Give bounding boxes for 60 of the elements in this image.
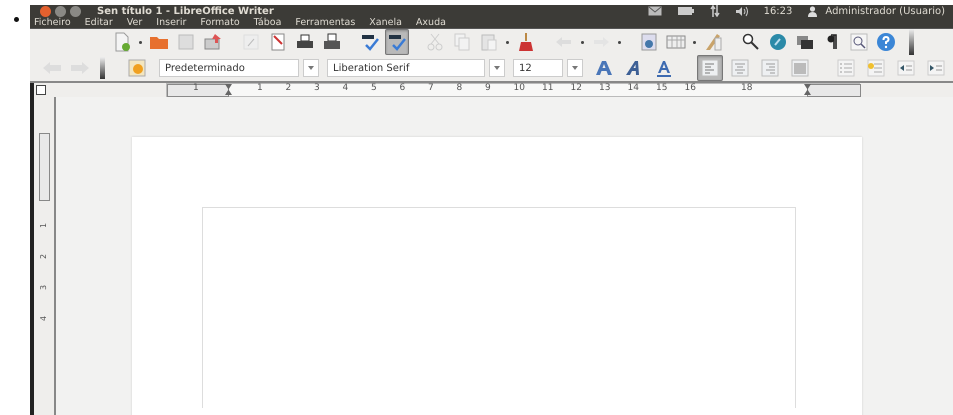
caret-icon[interactable] xyxy=(618,40,621,44)
align-left-icon[interactable] xyxy=(697,55,723,81)
ruler-number: 10 xyxy=(514,83,525,93)
maximize-icon[interactable] xyxy=(70,6,81,16)
clock[interactable]: 16:23 xyxy=(764,6,792,16)
caret-icon[interactable] xyxy=(581,40,584,44)
menu-item[interactable]: Axuda xyxy=(416,17,446,28)
network-arrows-icon[interactable] xyxy=(710,5,720,17)
ruler-number: 8 xyxy=(456,83,462,93)
envelope-icon[interactable] xyxy=(648,6,662,16)
ruler-number: 12 xyxy=(570,83,582,93)
close-icon[interactable] xyxy=(40,6,51,16)
menu-item[interactable]: Inserir xyxy=(156,17,186,28)
ruler-number: 9 xyxy=(485,83,491,93)
menu-item[interactable]: Formato xyxy=(200,17,240,28)
ruler-number: 7 xyxy=(428,83,434,93)
ruler-number: 4 xyxy=(40,316,48,322)
toolbar-handle[interactable] xyxy=(100,57,105,79)
ruler-number: 2 xyxy=(286,83,292,93)
ruler-number: 16 xyxy=(684,83,696,93)
ruler-number: 3 xyxy=(314,83,320,93)
ruler-margin xyxy=(38,133,50,201)
bullet-icon xyxy=(14,17,19,22)
menu-item[interactable]: Táboa xyxy=(254,17,282,28)
person-icon[interactable] xyxy=(808,6,818,16)
menu-item[interactable]: Ver xyxy=(126,17,142,28)
user-name[interactable]: Administrador (Usuario) xyxy=(825,6,945,16)
tab-stop-selector[interactable] xyxy=(36,85,46,95)
menu-item[interactable]: Ficheiro xyxy=(34,17,71,28)
caret-icon[interactable] xyxy=(693,40,696,44)
dropdown-button[interactable] xyxy=(567,59,583,77)
ruler-number: 5 xyxy=(371,83,377,93)
toolbar-handle[interactable] xyxy=(909,29,914,55)
minimize-icon[interactable] xyxy=(55,6,66,16)
ruler-number: 2 xyxy=(40,254,48,260)
dropdown-button[interactable] xyxy=(303,59,319,77)
menu-item[interactable]: Editar xyxy=(84,17,113,28)
ruler-number: 1 xyxy=(193,83,199,93)
font-size-field[interactable]: 12 xyxy=(513,59,563,77)
ruler-number: 1 xyxy=(257,83,263,93)
spellcheck-icon[interactable] xyxy=(385,29,409,55)
ruler-number: 4 xyxy=(342,83,348,93)
ruler-number: 1 xyxy=(40,222,48,228)
caret-icon[interactable] xyxy=(506,40,509,44)
dropdown-button[interactable] xyxy=(489,59,505,77)
paragraph-style-field[interactable]: Predeterminado xyxy=(159,59,299,77)
ruler-number: 11 xyxy=(542,83,554,93)
menu-item[interactable]: Xanela xyxy=(369,17,402,28)
ruler-number: 14 xyxy=(628,83,639,93)
menu-item[interactable]: Ferramentas xyxy=(295,17,356,28)
ruler-number: 3 xyxy=(40,284,48,290)
ruler-number: 15 xyxy=(656,83,668,93)
ruler-number: 13 xyxy=(599,83,610,93)
caret-icon[interactable] xyxy=(139,40,142,44)
ruler-number: 6 xyxy=(400,83,406,93)
window-title: Sen título 1 - LibreOffice Writer xyxy=(97,6,274,16)
ruler-number: 18 xyxy=(741,83,752,93)
volume-icon[interactable] xyxy=(736,6,750,16)
font-name-field[interactable]: Liberation Serif xyxy=(327,59,485,77)
battery-icon[interactable] xyxy=(678,7,694,15)
